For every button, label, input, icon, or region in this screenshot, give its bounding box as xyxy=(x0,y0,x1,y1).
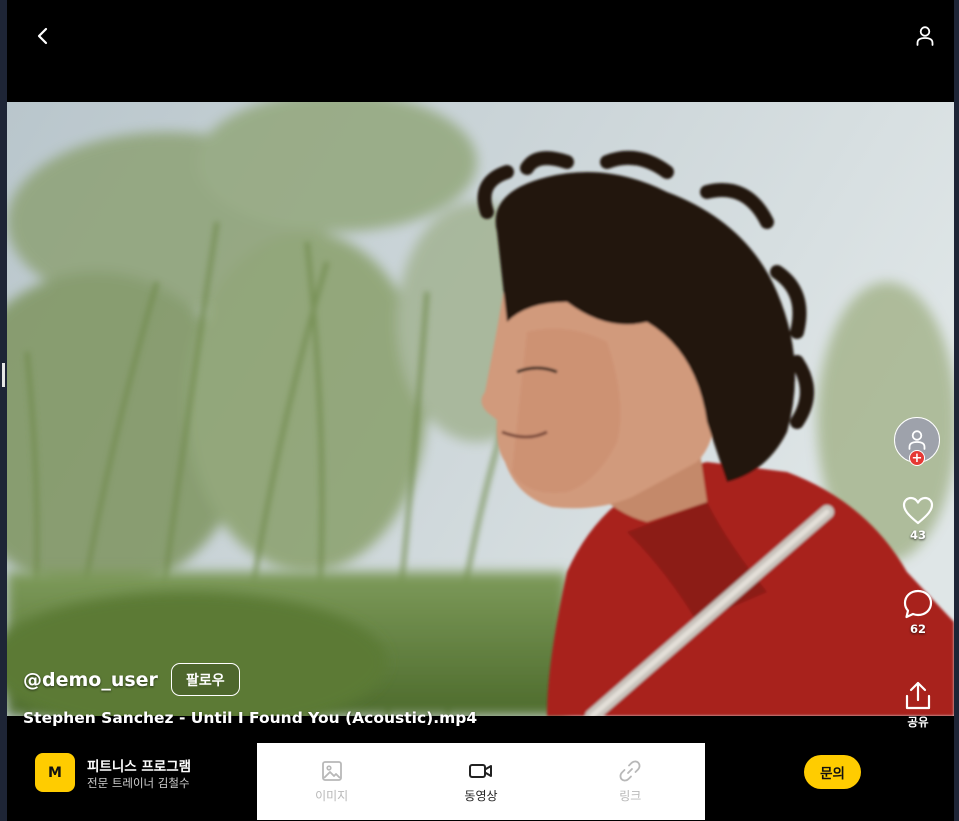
brand-title: 피트니스 프로그램 xyxy=(87,759,192,775)
window-edge-right xyxy=(954,0,959,821)
link-icon xyxy=(619,760,641,782)
like-count: 43 xyxy=(909,528,926,542)
username[interactable]: @demo_user xyxy=(23,669,158,691)
top-bar xyxy=(7,0,954,70)
video-title: Stephen Sanchez - Until I Found You (Aco… xyxy=(23,709,478,727)
video-frame xyxy=(7,102,954,716)
brand-subtitle: 전문 트레이너 김철수 xyxy=(87,776,190,790)
author-row: @demo_user 팔로우 xyxy=(23,663,240,696)
video-player[interactable] xyxy=(7,102,954,716)
tab-image-label: 이미지 xyxy=(315,789,349,803)
inquiry-button[interactable]: 문의 xyxy=(804,755,861,789)
video-camera-icon xyxy=(468,764,492,778)
creator-avatar-button[interactable]: + xyxy=(894,417,940,466)
comment-count: 62 xyxy=(909,622,926,636)
like-button[interactable]: 43 xyxy=(890,496,946,542)
tab-image[interactable]: 이미지 xyxy=(257,743,406,820)
window-edge-left xyxy=(0,0,7,821)
profile-button[interactable] xyxy=(911,22,939,50)
chevron-left-icon xyxy=(37,27,48,45)
user-icon xyxy=(908,430,926,450)
follow-button[interactable]: 팔로우 xyxy=(170,663,240,696)
share-label: 공유 xyxy=(907,715,929,729)
tab-link[interactable]: 링크 xyxy=(556,743,705,820)
share-button[interactable]: 공유 xyxy=(890,680,946,730)
share-icon xyxy=(905,681,931,710)
media-tabs: 이미지 동영상 링크 xyxy=(257,743,705,820)
user-icon xyxy=(916,26,934,46)
video-viewer: @demo_user 팔로우 Stephen Sanchez - Until I… xyxy=(7,0,954,821)
speech-bubble-icon xyxy=(903,589,933,619)
add-follow-badge[interactable]: + xyxy=(909,450,925,466)
brand-logo[interactable]: M xyxy=(35,753,75,792)
tab-video-label: 동영상 xyxy=(464,789,498,803)
image-icon xyxy=(321,761,342,781)
back-button[interactable] xyxy=(29,22,57,50)
tab-video[interactable]: 동영상 xyxy=(406,743,555,820)
heart-icon xyxy=(902,496,934,525)
bottom-bar: M 피트니스 프로그램 전문 트레이너 김철수 이미지 동영상 링크 문의 xyxy=(7,743,954,821)
tab-link-label: 링크 xyxy=(619,789,642,803)
comment-button[interactable]: 62 xyxy=(890,588,946,636)
resize-handle[interactable] xyxy=(2,363,5,387)
